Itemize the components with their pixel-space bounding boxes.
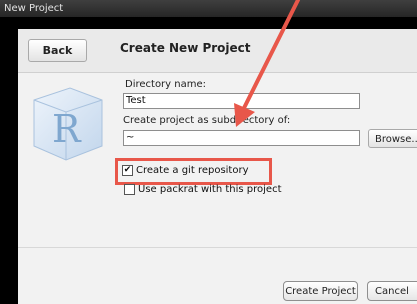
back-button[interactable]: Back	[28, 39, 87, 62]
subdirectory-label: Create project as subdirectory of:	[123, 115, 291, 126]
r-project-logo-icon: R	[33, 87, 103, 161]
new-project-dialog: Back Create New Project R Directory name…	[18, 29, 417, 304]
cancel-label: Cancel	[375, 285, 409, 297]
window-titlebar: New Project	[0, 0, 417, 17]
cancel-button[interactable]: Cancel	[367, 281, 417, 301]
create-project-button[interactable]: Create Project	[283, 281, 358, 301]
directory-name-label: Directory name:	[125, 79, 206, 90]
git-repo-checkbox[interactable]: ✔	[122, 165, 133, 176]
dialog-header: Back Create New Project	[18, 29, 417, 73]
packrat-checkbox[interactable]	[124, 184, 135, 195]
back-button-label: Back	[42, 44, 73, 57]
directory-name-input[interactable]: Test	[123, 93, 360, 109]
r-logo-letter: R	[52, 107, 82, 151]
checkmark-icon: ✔	[123, 165, 132, 175]
window-title: New Project	[4, 3, 64, 14]
packrat-label: Use packrat with this project	[138, 184, 282, 195]
page-title: Create New Project	[120, 41, 251, 55]
subdirectory-input[interactable]: ~	[123, 130, 360, 146]
git-repo-label: Create a git repository	[136, 165, 249, 176]
git-repo-option[interactable]: ✔ Create a git repository	[122, 165, 249, 176]
packrat-option[interactable]: Use packrat with this project	[124, 184, 282, 195]
create-project-label: Create Project	[285, 285, 356, 297]
footer-divider	[18, 247, 417, 248]
browse-button[interactable]: Browse...	[368, 129, 417, 148]
